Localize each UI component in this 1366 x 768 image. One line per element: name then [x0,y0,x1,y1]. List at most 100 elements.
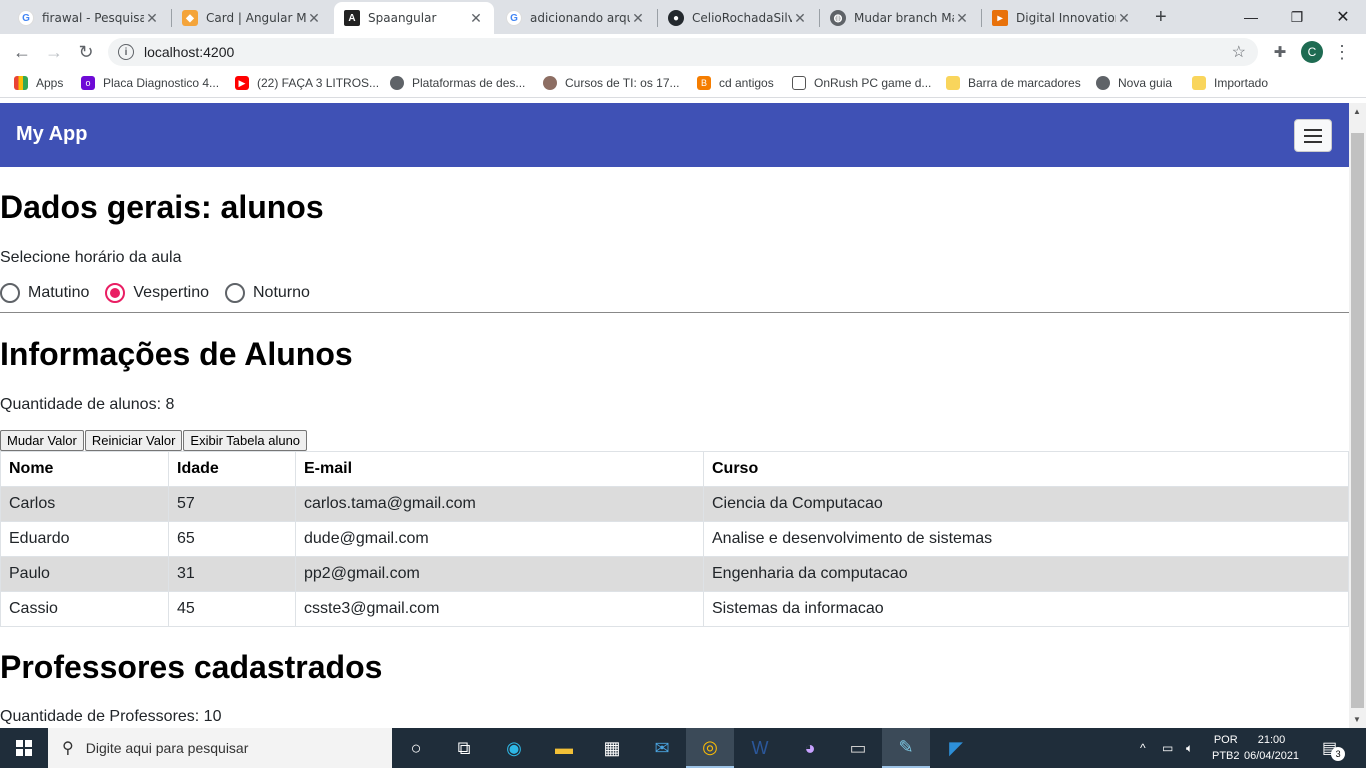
bookmark-star-icon[interactable]: ☆ [1232,42,1246,62]
network-icon[interactable]: ▭ [1162,728,1173,768]
scroll-up-icon[interactable]: ▲ [1353,107,1361,116]
scroll-down-icon[interactable]: ▼ [1353,715,1361,724]
address-bar[interactable]: i localhost:4200 ☆ [108,38,1258,66]
taskbar-search[interactable]: ⚲ Digite aqui para pesquisar [48,728,392,768]
radio-vespertino[interactable]: Vespertino [105,283,209,303]
close-icon[interactable]: ✕ [306,10,322,27]
bookmark-item[interactable]: Plataformas de des... [390,76,525,90]
cortana-icon[interactable]: ○ [392,728,440,768]
hamburger-menu-button[interactable] [1294,119,1332,152]
reload-icon[interactable]: ↻ [74,40,98,64]
terminal-icon[interactable]: ▭ [834,728,882,768]
cell-email: pp2@gmail.com [295,556,704,592]
globe-icon [390,76,404,90]
column-header: Idade [168,451,296,487]
close-window-icon[interactable]: ✕ [1320,0,1366,34]
store-icon[interactable]: ▦ [588,728,636,768]
close-icon[interactable]: ✕ [468,10,484,27]
student-count: Quantidade de alunos: 8 [0,396,175,413]
close-icon[interactable]: ✕ [954,10,970,27]
mail-icon[interactable]: ✉ [638,728,686,768]
schedule-radio-group: Matutino Vespertino Noturno [0,283,326,303]
google-icon: G [18,10,34,26]
app-brand[interactable]: My App [16,123,87,146]
maximize-icon[interactable]: ❐ [1274,0,1320,34]
tab-4[interactable]: ● CelioRochadaSilva ✕ [658,2,818,34]
clock-date: 06/04/2021 [1244,750,1300,762]
bookmark-item[interactable]: Cursos de TI: os 17... [543,76,680,90]
reset-value-button[interactable]: Reiniciar Valor [84,430,183,451]
radio-noturno[interactable]: Noturno [224,283,310,303]
file-explorer-icon[interactable]: ▬ [540,728,588,768]
back-icon[interactable]: ← [10,40,34,64]
menu-dots-icon[interactable]: ⋮ [1330,40,1354,64]
radio-circle[interactable] [0,283,20,303]
page-scrollbar[interactable]: ▲ ▼ [1349,103,1366,728]
language-indicator[interactable]: POR PTB2 [1212,728,1240,768]
divider [0,312,1349,313]
close-icon[interactable]: ✕ [144,10,160,27]
close-icon[interactable]: ✕ [630,10,646,27]
edge-icon[interactable]: ◉ [490,728,538,768]
bookmark-item[interactable]: o Placa Diagnostico 4... [81,76,219,90]
cell-idade: 65 [168,521,296,557]
bookmark-folder[interactable]: Importado [1192,76,1268,90]
radio-circle-checked[interactable] [105,283,126,303]
bookmark-label: Placa Diagnostico 4... [103,76,220,90]
bookmark-folder[interactable]: Barra de marcadores [946,76,1081,90]
extensions-icon[interactable]: ✚ [1268,40,1292,64]
globe-icon: ◍ [830,10,846,26]
windows-start-icon[interactable] [0,728,48,768]
column-header: E-mail [295,451,704,487]
forward-icon[interactable]: → [42,40,66,64]
tab-1[interactable]: ◆ Card | Angular Ma ✕ [172,2,332,34]
profile-avatar[interactable]: C [1301,41,1323,63]
app-toolbar: My App [0,103,1349,167]
volume-icon[interactable]: 🔈︎ [1186,728,1193,768]
minimize-icon[interactable]: — [1228,0,1274,34]
bookmark-label: cd antigos [719,76,774,90]
discord-icon[interactable]: ◕ [786,728,834,768]
search-icon: ⚲ [62,740,74,757]
tab-5[interactable]: ◍ Mudar branch Ma ✕ [820,2,980,34]
table-row: Eduardo 65 dude@gmail.com Analise e dese… [0,521,1349,557]
change-value-button[interactable]: Mudar Valor [0,430,84,451]
paint-icon[interactable]: ✎ [882,728,930,768]
notifications-icon[interactable]: ▤ 3 [1322,728,1351,768]
show-table-button[interactable]: Exibir Tabela aluno [183,430,308,451]
bookmark-apps[interactable]: Apps [14,76,63,90]
bookmark-label: Plataformas de des... [412,76,526,90]
radio-circle[interactable] [224,283,245,303]
scrollbar-thumb[interactable] [1351,133,1364,708]
bookmark-item[interactable]: Nova guia [1096,76,1172,90]
close-icon[interactable]: ✕ [792,10,808,27]
avatar-icon [543,76,557,90]
radio-label: Matutino [28,284,90,301]
tab-2[interactable]: A Spaangular ✕ [334,2,494,34]
bookmark-item[interactable]: OnRush PC game d... [792,76,931,90]
lang-sub-label: PTB2 [1212,750,1240,762]
tray-chevron-icon[interactable]: ^ [1140,728,1146,768]
system-clock[interactable]: 21:00 06/04/2021 [1244,732,1299,764]
cell-curso: Engenharia da computacao [703,556,1349,592]
vscode-icon[interactable]: ◤ [932,728,980,768]
folder-icon [1192,76,1206,90]
close-icon[interactable]: ✕ [1116,10,1132,27]
radio-matutino[interactable]: Matutino [0,283,89,303]
table-row: Paulo 31 pp2@gmail.com Engenharia da com… [0,556,1349,592]
tab-0[interactable]: G firawal - Pesquisa G ✕ [8,2,170,34]
windows-taskbar: ⚲ Digite aqui para pesquisar ○ ⧉ ◉ ▬ ▦ ✉… [0,728,1366,768]
bookmark-item[interactable]: ▶ (22) FAÇA 3 LITROS... [235,76,379,90]
word-icon[interactable]: W [736,728,784,768]
cell-curso: Analise e desenvolvimento de sistemas [703,521,1349,557]
chrome-icon[interactable]: ◎ [686,728,734,768]
tab-6[interactable]: ▸ Digital Innovation ✕ [982,2,1142,34]
cell-email: dude@gmail.com [295,521,704,557]
info-icon[interactable]: i [118,44,134,60]
section-title-professores: Professores cadastrados [0,649,383,685]
angular-icon: A [344,10,360,26]
tab-3[interactable]: G adicionando arqui ✕ [496,2,656,34]
bookmark-item[interactable]: B cd antigos [697,76,774,90]
task-view-icon[interactable]: ⧉ [440,728,488,768]
new-tab-icon[interactable]: + [1155,6,1167,29]
